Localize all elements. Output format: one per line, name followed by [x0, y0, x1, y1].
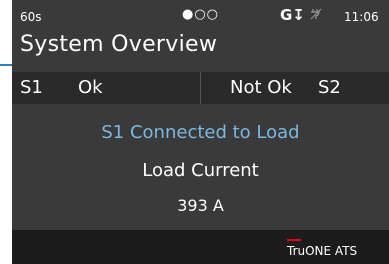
source-status-bar: S1 Ok Not Ok S2 [12, 72, 389, 104]
clock: 11:06 [344, 10, 379, 24]
source-1-label: S1 [20, 77, 43, 98]
timeout-timer: 60s [20, 10, 42, 24]
page-indicator: ●○○ [182, 7, 220, 22]
load-current-value: 393 A [177, 196, 224, 215]
generator-icon: G↧ [280, 6, 305, 24]
source-1-status: Ok [78, 77, 103, 98]
main-panel: S1 Connected to Load Load Current 393 A [12, 104, 389, 230]
source-2-status: Not Ok [230, 77, 292, 98]
plug-icon [310, 8, 322, 23]
brand-name: TruONE ATS [287, 244, 358, 258]
load-current-label: Load Current [142, 160, 259, 181]
source-divider [200, 72, 201, 104]
connection-status: S1 Connected to Load [101, 122, 300, 143]
brand-logo-mark [287, 239, 301, 241]
status-bar: 60s ●○○ G↧ 11:06 [12, 0, 389, 36]
device-screen: 60s ●○○ G↧ 11:06 System Overview S1 Ok N… [12, 0, 389, 264]
page-title: System Overview [20, 32, 218, 57]
source-2-label: S2 [318, 77, 341, 98]
footer-bar: TruONE ATS [12, 230, 389, 264]
accent-line [0, 64, 12, 66]
